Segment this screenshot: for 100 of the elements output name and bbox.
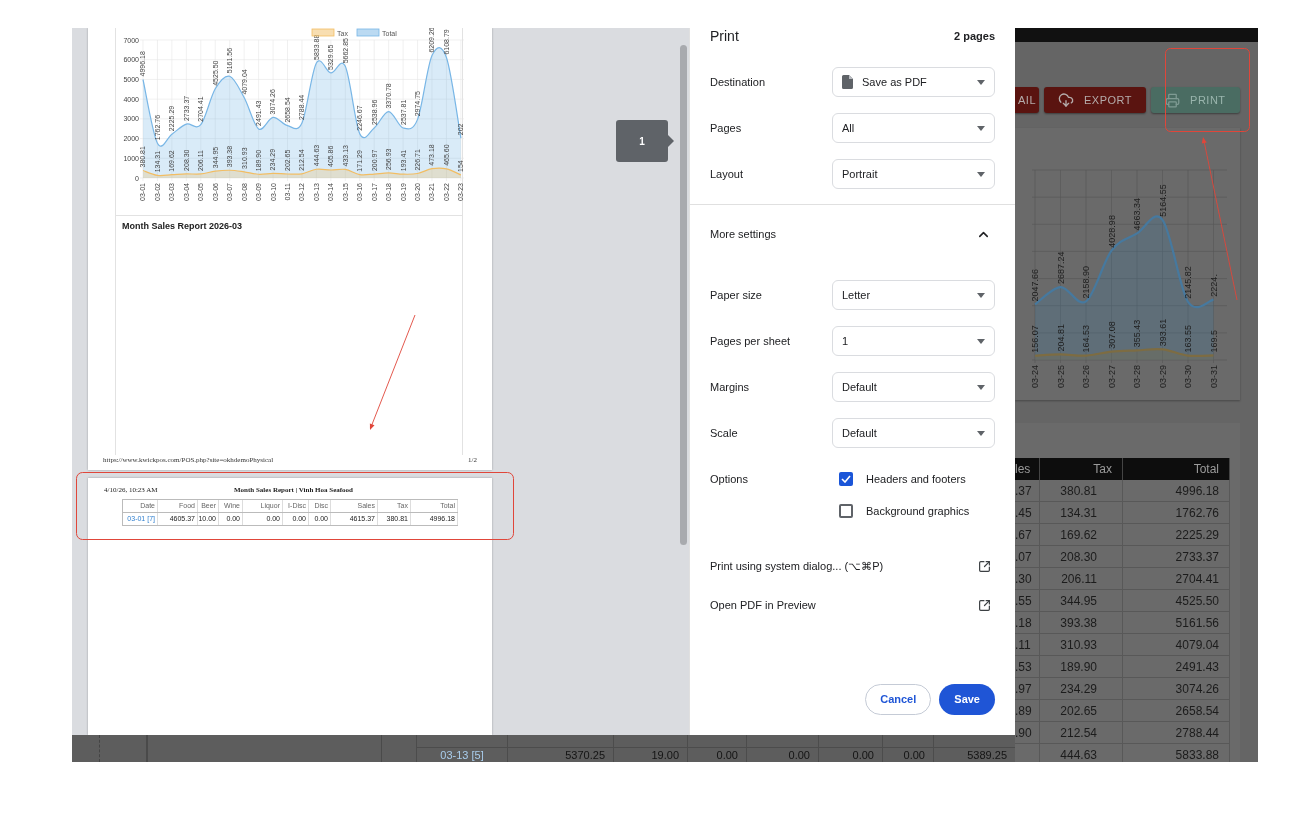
save-button[interactable]: Save — [939, 684, 995, 715]
data-label: 169.5 — [1208, 329, 1219, 353]
external-link-icon[interactable] — [978, 598, 991, 612]
table-cell: 169.62 — [1040, 524, 1123, 545]
table-cell: 2788.44 — [1123, 722, 1230, 743]
checkbox[interactable] — [839, 472, 853, 486]
data-label: 4663.34 — [1132, 197, 1143, 231]
dropdown[interactable]: Default — [832, 418, 995, 448]
dropdown[interactable]: Save as PDF — [832, 67, 995, 97]
table-cell: 1762.76 — [1123, 502, 1230, 523]
axis-label: 03-30 — [1183, 365, 1194, 389]
table-cell: 234.29 — [1040, 678, 1123, 699]
dropdown[interactable]: 1 — [832, 326, 995, 356]
table-cell: 2225.29 — [1123, 524, 1230, 545]
date-link[interactable]: 03-13 [5] — [416, 748, 507, 762]
table-cell: 4079.04 — [1123, 634, 1230, 655]
dropdown[interactable]: Default — [832, 372, 995, 402]
data-label: 307.08 — [1106, 321, 1117, 349]
document-icon — [842, 75, 853, 89]
table-cell: 393.38 — [1040, 612, 1123, 633]
setting-label: Pages — [710, 120, 743, 136]
axis-label: 03-26 — [1081, 365, 1092, 389]
scrollbar-thumb[interactable] — [680, 45, 687, 545]
table-cell: .55 — [1015, 590, 1040, 611]
axis-label: 03-31 — [1208, 365, 1219, 389]
toolbar-button[interactable]: AIL — [1015, 87, 1039, 113]
caret-icon — [977, 430, 985, 436]
dialog-title: Print — [710, 26, 739, 46]
setting-label: Options — [710, 472, 749, 487]
axis-label: 03-24 — [1030, 365, 1041, 389]
table-cell: 212.54 — [1040, 722, 1123, 743]
table-cell: 0.00 — [882, 748, 933, 762]
table-cell: 134.31 — [1040, 502, 1123, 523]
table-cell: 380.81 — [1040, 480, 1123, 501]
caret-icon — [977, 125, 985, 131]
table-cell: 444.63 — [1040, 744, 1123, 762]
table-cell: 2491.43 — [1123, 656, 1230, 677]
table-cell: .30 — [1015, 568, 1040, 589]
table-cell: 2704.41 — [1123, 568, 1230, 589]
setting-label: Pages per sheet — [710, 333, 792, 349]
table-cell: 310.93 — [1040, 634, 1123, 655]
setting-label: Layout — [710, 166, 745, 182]
table-cell: 344.95 — [1040, 590, 1123, 611]
table-cell: .11 — [1015, 634, 1040, 655]
table-cell: 0.00 — [746, 748, 818, 762]
table-cell: .97 — [1015, 678, 1040, 699]
table-cell: 4996.18 — [1123, 480, 1230, 501]
table-cell: 2658.54 — [1123, 700, 1230, 721]
setting-label: Paper size — [710, 287, 763, 303]
table-cell: .18 — [1015, 612, 1040, 633]
data-label: 156.07 — [1030, 325, 1041, 353]
dropdown[interactable]: All — [832, 113, 995, 143]
data-label: 4028.98 — [1106, 215, 1117, 248]
caret-icon — [977, 384, 985, 390]
caret-icon — [977, 338, 985, 344]
column-header: Tax — [1040, 458, 1123, 480]
table-cell: .89 — [1015, 700, 1040, 721]
caret-icon — [977, 79, 985, 85]
data-label: 2158.90 — [1081, 265, 1092, 299]
axis-label: 03-27 — [1106, 365, 1117, 389]
menu-link[interactable]: Open PDF in Preview — [710, 596, 816, 614]
table-cell: .07 — [1015, 546, 1040, 567]
report-title: Month Sales Report 2026-03 — [121, 220, 244, 233]
table-cell: .53 — [1015, 656, 1040, 677]
external-link-icon[interactable] — [978, 559, 991, 573]
data-label: 355.43 — [1132, 319, 1143, 348]
table-cell: .67 — [1015, 524, 1040, 545]
page-number-tooltip: 1 — [616, 120, 674, 162]
table-cell: 5833.88 — [1123, 744, 1230, 762]
checkmark-icon — [841, 475, 851, 483]
table-cell: 19.00 — [613, 748, 687, 762]
dropdown[interactable]: Portrait — [832, 159, 995, 189]
printer-icon — [1165, 92, 1181, 108]
data-label: 204.81 — [1055, 323, 1066, 352]
export-button[interactable]: EXPORT — [1044, 87, 1147, 113]
table-cell: 3074.26 — [1123, 678, 1230, 699]
checkbox-label: Headers and footers — [866, 471, 966, 487]
data-label: 2224. — [1208, 274, 1219, 297]
data-label: 163.55 — [1183, 325, 1194, 353]
cloud-download-icon — [1058, 92, 1074, 108]
table-cell: 0.00 — [818, 748, 882, 762]
column-header: les — [1015, 458, 1040, 480]
data-label: 393.61 — [1157, 318, 1168, 347]
table-cell: 5161.56 — [1123, 612, 1230, 633]
more-settings-toggle[interactable]: More settings — [690, 205, 1015, 263]
checkbox[interactable] — [839, 504, 853, 518]
data-label: 2145.82 — [1183, 266, 1194, 299]
table-cell: 189.90 — [1040, 656, 1123, 677]
table-cell: 4525.50 — [1123, 590, 1230, 611]
column-header: Total — [1123, 458, 1230, 480]
dropdown[interactable]: Letter — [832, 280, 995, 310]
table-cell: .37 — [1015, 480, 1040, 501]
data-label: 5164.55 — [1157, 184, 1168, 217]
checkbox-label: Background graphics — [866, 503, 970, 519]
setting-label: Destination — [710, 74, 767, 90]
table-cell: 202.65 — [1040, 700, 1123, 721]
setting-label: Scale — [710, 425, 739, 441]
menu-link[interactable]: Print using system dialog... (⌥⌘P) — [710, 557, 884, 575]
table-cell: .45 — [1015, 502, 1040, 523]
data-label: 164.53 — [1081, 325, 1092, 353]
